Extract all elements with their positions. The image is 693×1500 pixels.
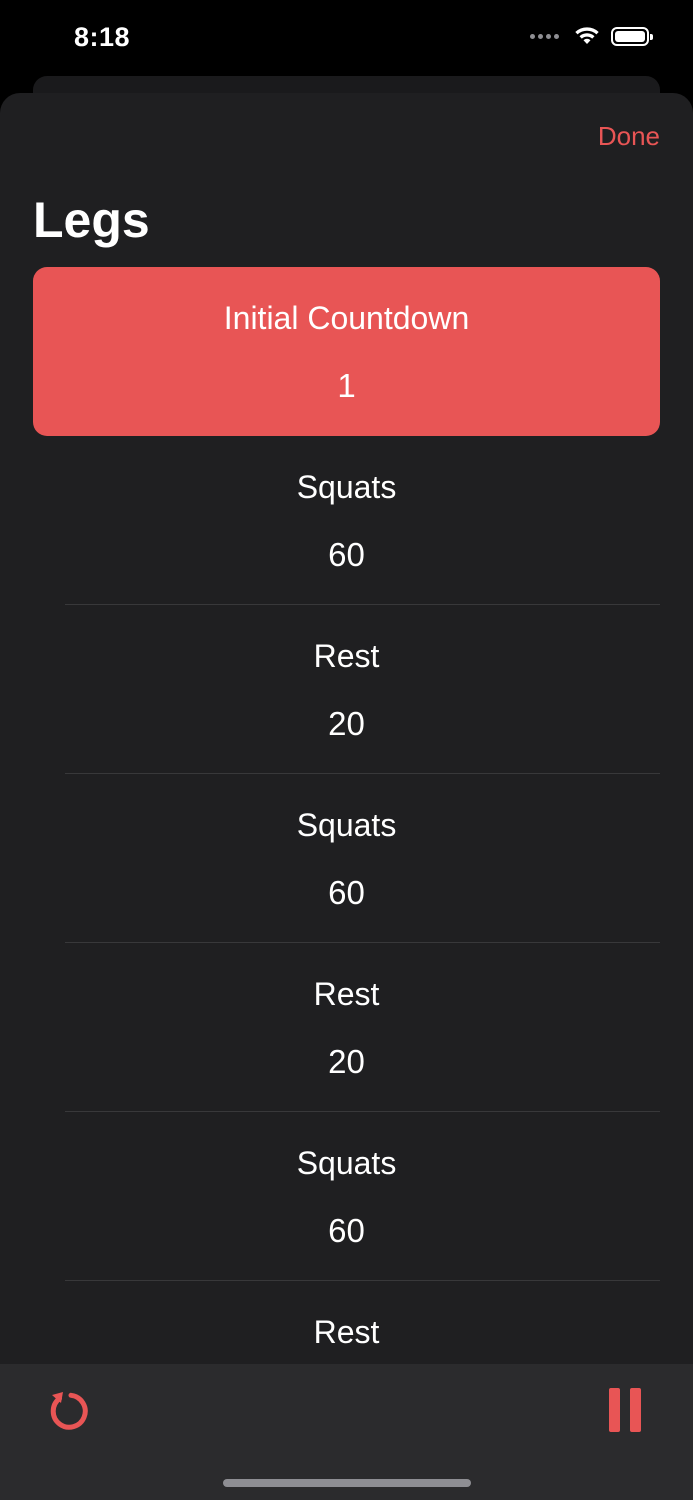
interval-name: Initial Countdown (223, 300, 470, 336)
pause-button[interactable] (607, 1386, 643, 1434)
wifi-icon (575, 27, 599, 44)
interval-duration: 20 (328, 1043, 365, 1080)
status-time: 8:18 (74, 22, 131, 52)
reset-icon (50, 1392, 88, 1430)
interval-duration: 60 (328, 1212, 365, 1249)
bottom-toolbar (0, 1364, 693, 1500)
interval-row[interactable]: Rest 20 (0, 605, 693, 774)
interval-duration: 60 (328, 536, 365, 573)
status-bar: 8:18 (0, 0, 693, 80)
cellular-dots-icon (530, 33, 559, 39)
interval-row-initial-countdown[interactable]: Initial Countdown 1 (33, 267, 660, 436)
interval-duration: 20 (328, 705, 365, 742)
interval-row[interactable]: Rest 20 (0, 943, 693, 1112)
interval-list[interactable]: Initial Countdown 1 Squats 60 Rest 20 Sq… (0, 267, 693, 1450)
interval-name: Squats (296, 469, 397, 505)
battery-icon (611, 26, 653, 46)
workout-sheet: Done Legs Initial Countdown 1 Squats 60 … (0, 93, 693, 1500)
done-button[interactable]: Done (598, 121, 660, 152)
interval-duration: 1 (337, 367, 356, 404)
interval-row[interactable]: Squats 60 (0, 436, 693, 605)
interval-row[interactable]: Squats 60 (0, 1112, 693, 1281)
home-indicator (223, 1479, 471, 1487)
interval-name: Squats (296, 807, 397, 843)
page-title: Legs (33, 192, 150, 248)
interval-row[interactable]: Squats 60 (0, 774, 693, 943)
interval-name: Rest (313, 638, 380, 674)
interval-name: Rest (313, 976, 380, 1012)
interval-duration: 60 (328, 874, 365, 911)
reset-button[interactable] (44, 1386, 92, 1434)
interval-name: Squats (296, 1145, 397, 1181)
interval-name: Rest (313, 1314, 380, 1350)
status-icons (530, 26, 653, 46)
